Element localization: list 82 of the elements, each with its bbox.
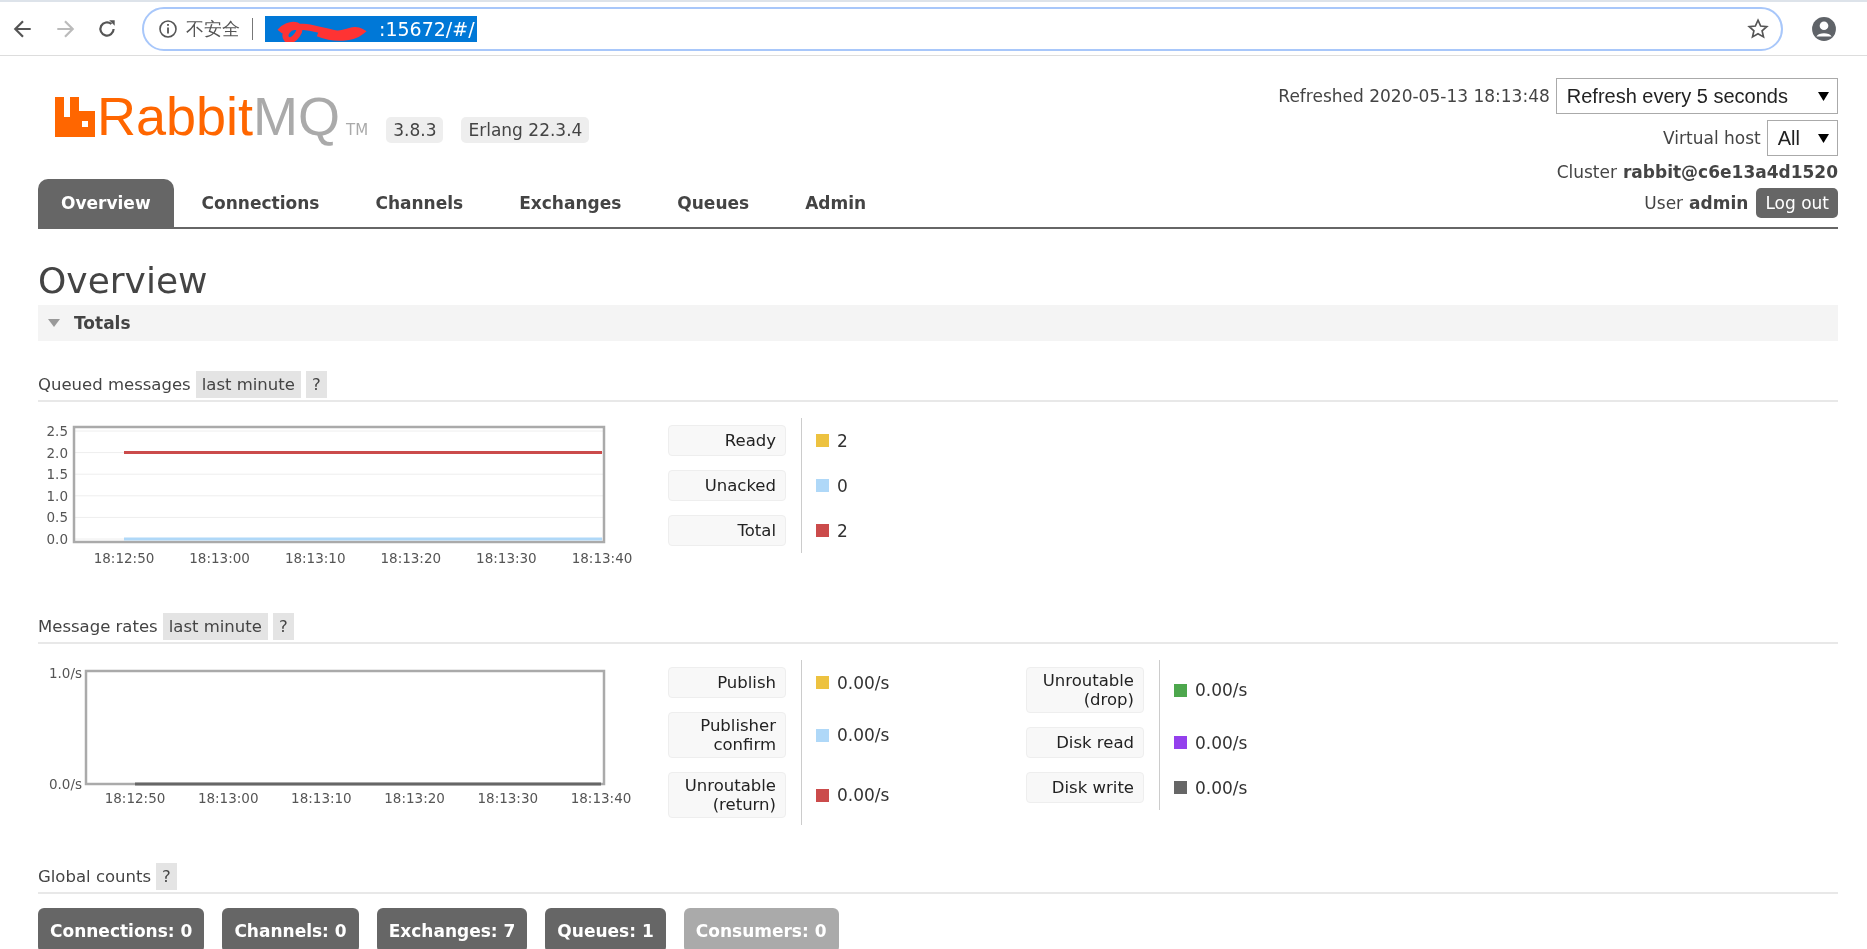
axis-tick-label: 18:13:40	[571, 550, 633, 566]
vhost-select[interactable]: All	[1766, 120, 1838, 156]
info-icon[interactable]	[158, 18, 178, 39]
axis-tick-label: 18:13:00	[197, 790, 259, 806]
axis-tick-label: 0.5	[46, 509, 68, 526]
count-button[interactable]: Connections: 0	[38, 908, 205, 949]
logout-button[interactable]: Log out	[1756, 188, 1838, 218]
axis-tick-label: 1.5	[46, 466, 68, 483]
help-link[interactable]: ?	[156, 863, 177, 890]
axis-tick-label: 2.5	[46, 423, 68, 439]
user-label: User	[1644, 193, 1684, 213]
legend-label: Unacked	[668, 470, 786, 501]
refreshed-text: Refreshed 2020-05-13 18:13:48	[1278, 86, 1550, 106]
section-header[interactable]: Totals	[38, 305, 1838, 341]
axis-tick-label: 0.0/s	[48, 776, 82, 792]
count-button[interactable]: Queues: 1	[545, 908, 666, 949]
nav-tab[interactable]: Exchanges	[486, 179, 645, 227]
vhost-label: Virtual host	[1663, 128, 1761, 148]
legend-label: Disk write	[1026, 772, 1144, 803]
dropdown-icon	[1818, 133, 1829, 143]
reload-icon[interactable]	[96, 17, 118, 40]
erlang-badge: Erlang 22.3.4	[461, 117, 590, 143]
axis-tick-label: 18:13:30	[476, 550, 537, 566]
user-name: admin	[1689, 193, 1749, 213]
legend-value: 0.00/s	[837, 785, 890, 805]
nav-tab[interactable]: Channels	[342, 179, 487, 227]
security-label: 不安全	[186, 16, 240, 41]
legend-value: 0.00/s	[1195, 680, 1248, 700]
account-icon[interactable]	[1811, 15, 1837, 42]
url-text: :15672/#/	[379, 17, 476, 40]
legend-label: Ready	[668, 425, 786, 456]
subsection-title: Queued messages	[38, 375, 191, 394]
refresh-select[interactable]: Refresh every 5 seconds	[1555, 78, 1838, 114]
legend-value: 0.00/s	[1195, 777, 1248, 798]
cluster-name: rabbit@c6e13a4d1520	[1622, 162, 1838, 182]
cluster-label: Cluster	[1556, 162, 1617, 182]
trademark: TM	[346, 121, 369, 139]
axis-tick-label: 18:12:50	[93, 550, 155, 566]
logo-text: Rabbit	[97, 89, 254, 143]
axis-tick-label: 18:13:40	[570, 790, 632, 806]
help-link[interactable]: ?	[305, 371, 327, 398]
toggle-icon	[46, 317, 62, 329]
legend-value: 0	[837, 475, 848, 496]
legend-label: Total	[668, 515, 786, 546]
count-button[interactable]: Channels: 0	[222, 908, 359, 949]
logo-icon	[55, 97, 95, 137]
address-bar[interactable]: 不安全 :15672/#/	[142, 6, 1783, 51]
star-icon[interactable]	[1747, 17, 1769, 40]
axis-tick-label: 18:13:20	[384, 790, 445, 806]
legend-label: Publisher confirm	[668, 712, 786, 758]
axis-tick-label: 1.0/s	[48, 665, 82, 681]
count-button[interactable]: Exchanges: 7	[376, 908, 528, 949]
axis-tick-label: 18:13:00	[189, 550, 250, 566]
version-badge: 3.8.3	[386, 117, 444, 143]
legend-label: Publish	[668, 667, 786, 698]
nav-tab[interactable]: Admin	[772, 179, 890, 227]
axis-tick-label: 0.0	[46, 531, 68, 547]
axis-tick-label: 1.0	[46, 487, 68, 504]
axis-tick-label: 2.0	[46, 444, 68, 461]
range-label[interactable]: last minute	[162, 613, 268, 640]
axis-tick-label: 18:13:10	[291, 790, 352, 806]
legend-label: Unroutable (drop)	[1026, 667, 1144, 713]
axis-tick-label: 18:13:20	[380, 550, 442, 566]
legend-value: 0.00/s	[1195, 732, 1248, 753]
legend-label: Unroutable (return)	[668, 772, 786, 818]
subsection-title: Global counts	[38, 867, 152, 886]
section-title: Totals	[74, 313, 131, 333]
dropdown-icon	[1818, 91, 1829, 101]
axis-tick-label: 18:12:50	[104, 790, 166, 806]
legend-value: 2	[837, 430, 848, 451]
range-label[interactable]: last minute	[195, 371, 301, 398]
help-link[interactable]: ?	[272, 613, 294, 640]
legend-label: Disk read	[1026, 727, 1144, 758]
legend-value: 2	[837, 520, 848, 541]
axis-tick-label: 18:13:30	[477, 790, 539, 806]
subsection-title: Message rates	[38, 617, 158, 636]
nav-tab[interactable]: Queues	[644, 179, 773, 227]
axis-tick-label: 18:13:10	[284, 550, 346, 566]
nav-tab[interactable]: Overview	[38, 179, 174, 227]
page-title: Overview	[38, 259, 209, 303]
legend-value: 0.00/s	[837, 672, 890, 693]
legend-value: 0.00/s	[837, 725, 890, 745]
